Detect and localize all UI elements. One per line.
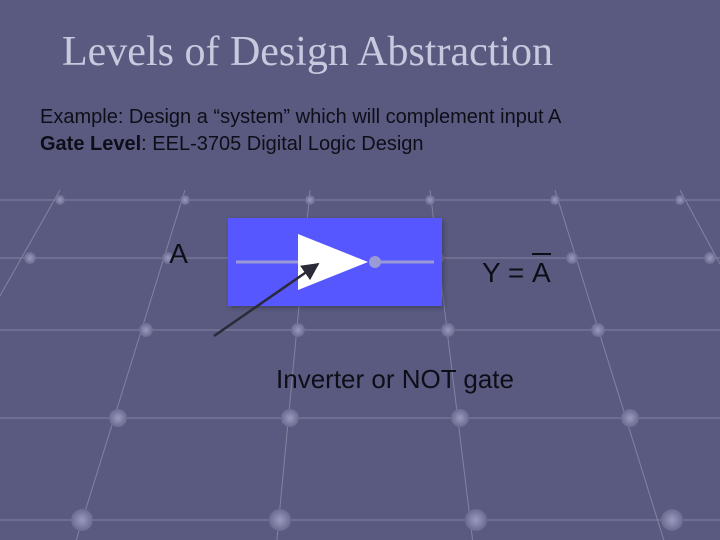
output-label: Y = A	[482, 253, 551, 289]
slide: Levels of Design Abstraction Example: De…	[0, 0, 720, 540]
slide-title: Levels of Design Abstraction	[62, 28, 680, 76]
diagram: A Y = A	[40, 218, 680, 328]
example-line: Example: Design a “system” which will co…	[40, 104, 680, 131]
input-label: A	[169, 238, 188, 270]
gate-level-line: Gate Level: EEL-3705 Digital Logic Desig…	[40, 131, 680, 158]
inverter-gate	[228, 218, 442, 328]
output-prefix: Y =	[482, 257, 532, 288]
diagram-caption: Inverter or NOT gate	[110, 364, 680, 395]
gate-level-rest: : EEL-3705 Digital Logic Design	[141, 133, 423, 155]
slide-body: Example: Design a “system” which will co…	[40, 104, 680, 158]
output-complement: A	[532, 253, 551, 289]
pointer-arrow-icon	[210, 256, 350, 340]
gate-level-label: Gate Level	[40, 133, 141, 155]
